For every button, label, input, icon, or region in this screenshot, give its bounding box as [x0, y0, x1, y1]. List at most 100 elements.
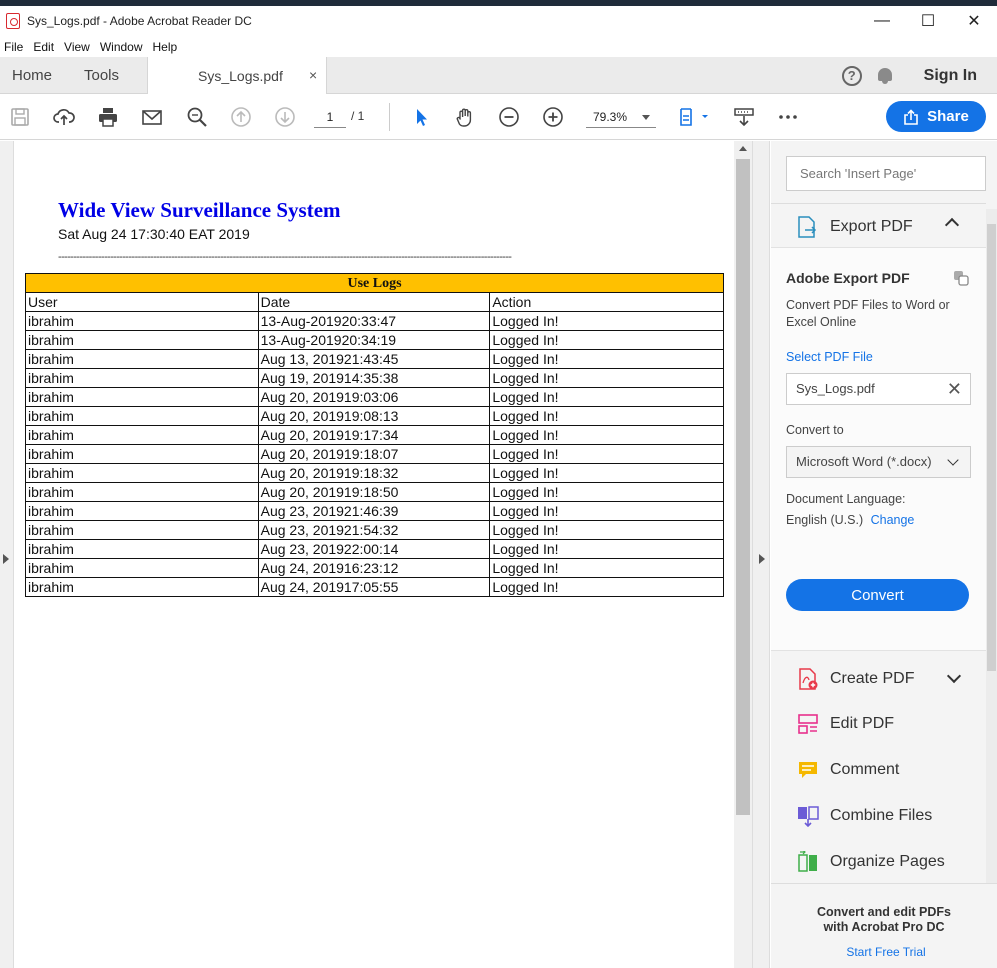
scrollbar-thumb[interactable]: [987, 224, 996, 671]
toolbar-divider: [389, 103, 390, 131]
chevron-up-icon[interactable]: [944, 217, 960, 233]
adobe-export-title: Adobe Export PDF: [786, 270, 910, 286]
zoom-in-icon[interactable]: [540, 104, 566, 130]
use-logs-table: Use Logs User Date Action ibrahim 13-Aug-…: [25, 273, 724, 597]
table-row: ibrahim Aug 20, 201919:18:50 Logged In!: [25, 482, 724, 502]
scrollbar-thumb[interactable]: [736, 159, 750, 815]
start-free-trial-link[interactable]: Start Free Trial: [771, 945, 997, 959]
page-number-input[interactable]: 1: [314, 106, 346, 128]
promo-text: Convert and edit PDFs with Acrobat Pro D…: [771, 905, 997, 935]
toolbar: 1 / 1 79.3% Share: [0, 94, 997, 140]
date-cell: Aug 23, 201921:46:39: [257, 501, 491, 521]
date-cell: 13-Aug-201920:34:19: [257, 330, 491, 350]
user-cell: ibrahim: [25, 501, 259, 521]
search-zoom-icon[interactable]: [184, 104, 210, 130]
close-window-button[interactable]: ✕: [951, 6, 997, 36]
chevron-down-icon[interactable]: [946, 668, 962, 684]
tool-create-pdf[interactable]: Create PDF: [771, 657, 986, 701]
action-cell: Logged In!: [489, 539, 724, 559]
collapse-right-pane-icon[interactable]: [759, 554, 765, 564]
expand-left-pane-icon[interactable]: [3, 554, 9, 564]
tool-organize-pages[interactable]: Organize Pages: [771, 840, 986, 884]
pdf-separator-rule: ----------------------------------------…: [58, 251, 512, 263]
menu-help[interactable]: Help: [148, 40, 183, 54]
zoom-level-dropdown[interactable]: 79.3%: [586, 106, 656, 128]
tab-document[interactable]: Sys_Logs.pdf ×: [147, 57, 327, 95]
table-header-row: User Date Action: [25, 292, 724, 312]
user-cell: ibrahim: [25, 539, 259, 559]
more-icon[interactable]: [775, 104, 801, 130]
tools-search-input[interactable]: Search 'Insert Page': [786, 156, 986, 191]
export-pdf-icon: [798, 216, 817, 238]
window-title: Sys_Logs.pdf - Adobe Acrobat Reader DC: [27, 14, 252, 28]
tab-tools[interactable]: Tools: [84, 67, 119, 84]
table-row: ibrahim Aug 20, 201919:18:07 Logged In!: [25, 444, 724, 464]
tools-pane: Search 'Insert Page' Export PDF Adobe Ex…: [771, 141, 997, 968]
upload-cloud-icon[interactable]: [51, 104, 77, 130]
tool-combine-files[interactable]: Combine Files: [771, 794, 986, 838]
table-row: ibrahim Aug 24, 201917:05:55 Logged In!: [25, 577, 724, 597]
page-total: / 1: [351, 109, 365, 123]
date-cell: Aug 23, 201921:54:32: [257, 520, 491, 540]
scroll-up-icon[interactable]: [739, 146, 747, 151]
tool-edit-pdf[interactable]: Edit PDF: [771, 702, 986, 746]
scroll-mode-icon[interactable]: [731, 104, 757, 130]
convert-format-dropdown[interactable]: Microsoft Word (*.docx): [786, 446, 971, 478]
date-cell: Aug 20, 201919:18:50: [257, 482, 491, 502]
zoom-out-icon[interactable]: [496, 104, 522, 130]
user-cell: ibrahim: [25, 330, 259, 350]
date-cell: Aug 20, 201919:17:34: [257, 425, 491, 445]
change-language-link[interactable]: Change: [871, 513, 915, 527]
table-row: ibrahim 13-Aug-201920:33:47 Logged In!: [25, 311, 724, 331]
email-icon[interactable]: [139, 104, 165, 130]
table-row: ibrahim Aug 20, 201919:08:13 Logged In!: [25, 406, 724, 426]
column-header: Action: [489, 292, 724, 312]
sign-in-link[interactable]: Sign In: [924, 67, 977, 85]
action-cell: Logged In!: [489, 368, 724, 388]
table-row: ibrahim Aug 13, 201921:43:45 Logged In!: [25, 349, 724, 369]
menu-file[interactable]: File: [0, 40, 28, 54]
pdf-heading: Wide View Surveillance System: [58, 198, 341, 222]
adobe-export-description: Convert PDF Files to Word or Excel Onlin…: [786, 298, 950, 329]
share-button[interactable]: Share: [886, 101, 986, 132]
convert-button[interactable]: Convert: [786, 579, 969, 611]
document-scrollbar[interactable]: [734, 141, 752, 968]
fit-page-icon[interactable]: [675, 104, 713, 130]
print-icon[interactable]: [95, 104, 121, 130]
comment-icon: [799, 762, 817, 778]
minimize-button[interactable]: —: [859, 6, 905, 36]
hand-icon[interactable]: [452, 104, 478, 130]
tool-comment[interactable]: Comment: [771, 748, 986, 792]
right-pane-toggle[interactable]: [752, 141, 770, 968]
page-up-icon[interactable]: [228, 104, 254, 130]
select-pdf-file-link[interactable]: Select PDF File: [786, 350, 873, 364]
tab-home[interactable]: Home: [12, 67, 52, 84]
tool-label: Combine Files: [830, 807, 933, 824]
page-down-icon[interactable]: [272, 104, 298, 130]
action-cell: Logged In!: [489, 577, 724, 597]
clear-file-icon[interactable]: ✕: [947, 374, 962, 404]
action-cell: Logged In!: [489, 425, 724, 445]
table-row: ibrahim Aug 23, 201921:54:32 Logged In!: [25, 520, 724, 540]
table-row: ibrahim Aug 20, 201919:17:34 Logged In!: [25, 425, 724, 445]
user-cell: ibrahim: [25, 425, 259, 445]
help-icon[interactable]: ?: [841, 65, 862, 86]
column-header: User: [25, 292, 259, 312]
export-pdf-header[interactable]: Export PDF: [771, 203, 986, 247]
menu-view[interactable]: View: [59, 40, 95, 54]
save-icon[interactable]: [7, 104, 33, 130]
convert-to-label: Convert to: [786, 423, 844, 437]
table-row: ibrahim Aug 20, 201919:18:32 Logged In!: [25, 463, 724, 483]
select-arrow-icon[interactable]: [408, 104, 434, 130]
acrobat-app-icon: [6, 13, 20, 29]
menu-edit[interactable]: Edit: [28, 40, 59, 54]
maximize-button[interactable]: ☐: [905, 6, 951, 36]
selected-file-field[interactable]: Sys_Logs.pdf ✕: [786, 373, 971, 405]
tools-pane-scrollbar[interactable]: [986, 209, 997, 929]
menu-window[interactable]: Window: [95, 40, 148, 54]
tab-close-icon[interactable]: ×: [309, 67, 317, 83]
action-cell: Logged In!: [489, 444, 724, 464]
left-pane-toggle[interactable]: [0, 141, 14, 968]
table-caption: Use Logs: [25, 273, 724, 293]
notification-bell-icon[interactable]: [876, 67, 894, 85]
